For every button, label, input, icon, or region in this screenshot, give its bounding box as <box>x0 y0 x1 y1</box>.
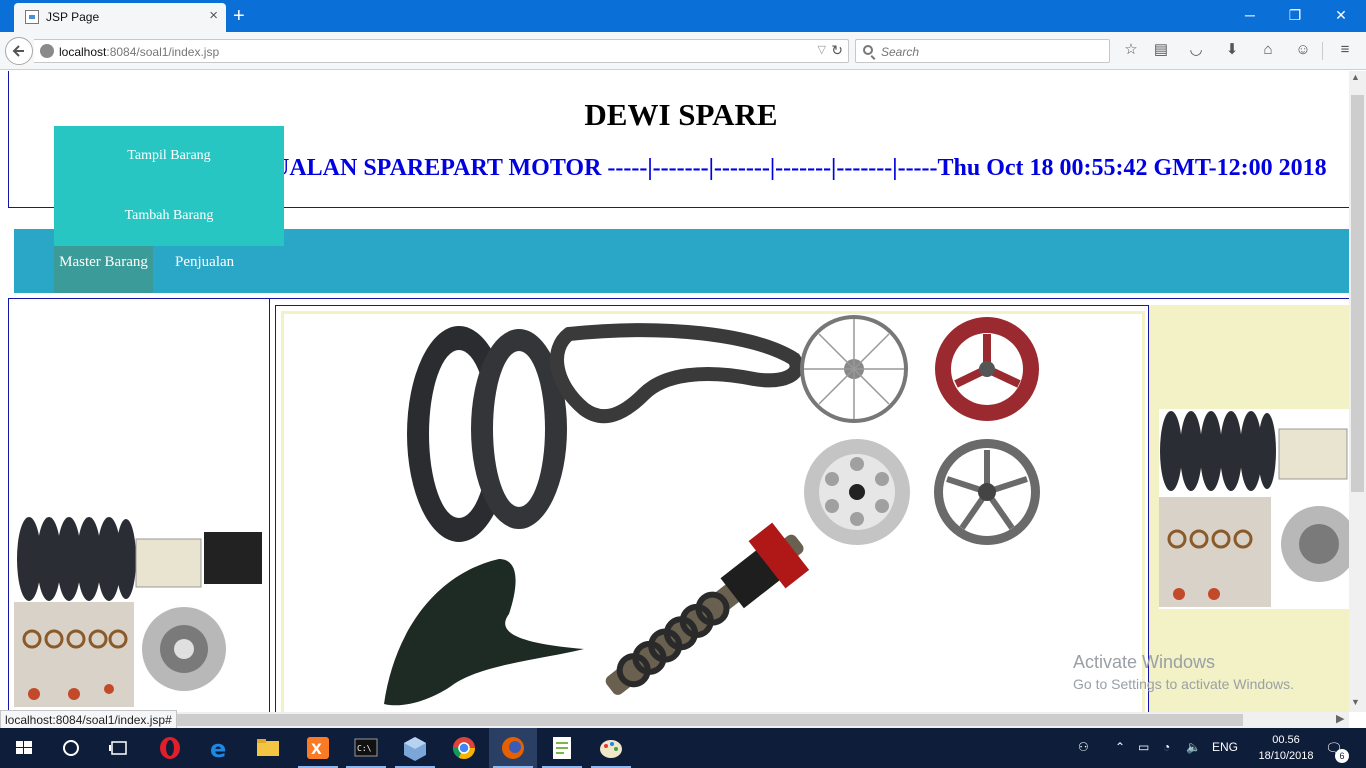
menu-item-tampil-barang[interactable]: Tampil Barang <box>54 126 284 186</box>
download-icon[interactable]: ⬇ <box>1222 40 1242 60</box>
svg-text:e: e <box>210 735 226 763</box>
minimize-button[interactable]: ─ <box>1227 0 1273 32</box>
back-arrow-icon <box>12 45 24 57</box>
reading-list-icon[interactable]: ▤ <box>1151 40 1171 60</box>
menu-icon[interactable]: ≡ <box>1335 40 1355 60</box>
new-tab-button[interactable]: + <box>233 4 245 28</box>
activate-windows-watermark: Activate Windows Go to Settings to activ… <box>1073 652 1294 692</box>
reload-icon[interactable]: ↻ <box>831 42 843 59</box>
master-barang-dropdown: Tampil Barang Tambah Barang <box>54 126 284 246</box>
scroll-up-icon[interactable]: ▲ <box>1351 72 1360 82</box>
back-button[interactable] <box>5 37 33 65</box>
svg-text:X: X <box>311 742 322 758</box>
marquee-text: UALAN SPAREPART MOTOR -----|-------|----… <box>272 155 1327 181</box>
horizontal-scroll-thumb[interactable] <box>170 714 1243 726</box>
url-bar[interactable]: localhost:8084/soal1/index.jsp ▽ ↻ <box>34 39 849 63</box>
home-icon[interactable]: ⌂ <box>1258 40 1278 60</box>
search-bar[interactable]: Search <box>855 39 1110 63</box>
clock-date: 18/10/2018 <box>1258 750 1314 762</box>
terminal-icon[interactable]: C:\ <box>342 728 390 768</box>
navigation-toolbar: localhost:8084/soal1/index.jsp ▽ ↻ Searc… <box>0 32 1366 70</box>
close-window-button[interactable]: ✕ <box>1318 0 1364 32</box>
hello-icon[interactable]: ☺ <box>1293 40 1313 60</box>
scroll-down-icon[interactable]: ▼ <box>1351 697 1360 707</box>
language-indicator[interactable]: ENG <box>1212 740 1238 754</box>
tab-title: JSP Page <box>46 10 100 24</box>
page-icon <box>25 10 39 24</box>
notification-badge: 6 <box>1335 749 1349 763</box>
xampp-icon[interactable]: X <box>294 728 342 768</box>
url-dropdown-icon[interactable]: ▽ <box>818 43 826 56</box>
pocket-icon[interactable]: ◡ <box>1186 40 1206 60</box>
opera-icon[interactable] <box>146 728 194 768</box>
task-view-icon[interactable] <box>96 728 144 768</box>
virtualbox-icon[interactable] <box>391 728 439 768</box>
browser-tab[interactable]: JSP Page × <box>14 3 226 32</box>
paint-icon[interactable] <box>587 728 635 768</box>
firefox-icon[interactable] <box>489 728 537 768</box>
url-text[interactable]: localhost:8084/soal1/index.jsp <box>59 45 219 59</box>
wifi-icon[interactable]: ◔ <box>1163 740 1170 754</box>
chrome-icon[interactable] <box>440 728 488 768</box>
watermark-title: Activate Windows <box>1073 652 1216 672</box>
cortana-icon[interactable] <box>48 728 96 768</box>
battery-icon[interactable]: ▭ <box>1138 740 1149 754</box>
vertical-scroll-thumb[interactable] <box>1351 95 1364 492</box>
clock-time: 00.56 <box>1272 734 1300 746</box>
windows-taskbar: e X C:\ ⚇ ⌃ ▭ ◔ 🔈 ENG 00.56 18/10/2018 🗨… <box>0 728 1366 768</box>
tray-chevron-icon[interactable]: ⌃ <box>1115 740 1125 754</box>
site-info-icon[interactable] <box>40 44 54 58</box>
sparepart-collage-image <box>14 514 264 712</box>
sparepart-main-image <box>284 314 1142 712</box>
edge-icon[interactable]: e <box>196 728 244 768</box>
volume-icon[interactable]: 🔈 <box>1186 740 1201 754</box>
sparepart-collage-image-right <box>1159 409 1349 609</box>
menu-item-tambah-barang[interactable]: Tambah Barang <box>54 186 284 246</box>
bookmark-star-icon[interactable]: ☆ <box>1121 40 1141 60</box>
file-explorer-icon[interactable] <box>244 728 292 768</box>
page-viewport: DEWI SPARE UALAN SPAREPART MOTOR -----|-… <box>0 71 1349 712</box>
people-icon[interactable]: ⚇ <box>1078 740 1089 754</box>
clock[interactable]: 00.56 18/10/2018 <box>1258 732 1314 764</box>
search-input[interactable]: Search <box>881 45 919 59</box>
restore-button[interactable]: ❐ <box>1272 0 1318 32</box>
scroll-right-icon[interactable]: ▶ <box>1336 712 1344 725</box>
toolbar-divider <box>1322 42 1323 60</box>
watermark-subtitle: Go to Settings to activate Windows. <box>1073 676 1294 692</box>
windows-start-icon[interactable] <box>0 728 48 768</box>
svg-text:C:\: C:\ <box>357 744 372 753</box>
close-tab-icon[interactable]: × <box>209 8 218 23</box>
notepad-plus-icon[interactable] <box>538 728 586 768</box>
search-icon <box>863 45 873 55</box>
main-image-frame <box>281 311 1145 712</box>
status-bar-url: localhost:8084/soal1/index.jsp# <box>0 710 177 729</box>
